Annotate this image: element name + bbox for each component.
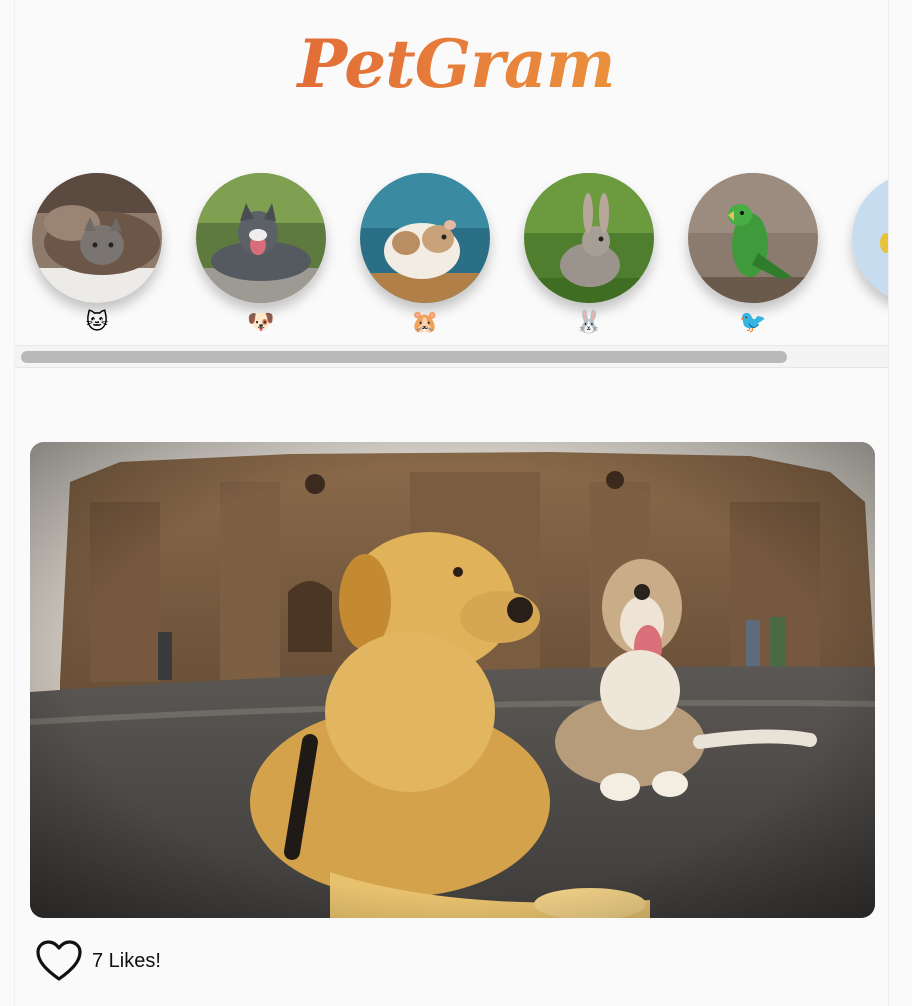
like-button[interactable] [34, 938, 84, 984]
story-avatar-cat[interactable] [32, 173, 162, 303]
story-item-rabbit[interactable]: 🐰 [524, 173, 654, 343]
story-avatar-rabbit[interactable] [524, 173, 654, 303]
bird-icon: 🐦 [739, 309, 767, 334]
story-avatar-partial[interactable] [852, 173, 888, 303]
story-item-partial[interactable] [852, 173, 888, 343]
post-image[interactable] [30, 442, 875, 918]
app-page: PetGram 🐱 🐶 🐹 🐰 🐦 7 Likes! [0, 0, 912, 1006]
dog-icon: 🐶 [247, 309, 275, 334]
story-item-cat[interactable]: 🐱 [32, 173, 162, 343]
stories-scrollbar[interactable] [15, 346, 888, 368]
app-logo[interactable]: PetGram [0, 24, 912, 104]
left-divider [14, 0, 15, 1006]
hamster-icon: 🐹 [411, 309, 439, 334]
scrollbar-thumb[interactable] [21, 351, 787, 363]
likes-count: 7 Likes! [92, 949, 161, 972]
post-actions: 7 Likes! [34, 936, 161, 986]
story-item-bird[interactable]: 🐦 [688, 173, 818, 343]
story-avatar-dog[interactable] [196, 173, 326, 303]
stories-strip[interactable]: 🐱 🐶 🐹 🐰 🐦 [15, 168, 888, 346]
right-divider [888, 0, 889, 1006]
rabbit-icon: 🐰 [575, 309, 603, 334]
story-item-dog[interactable]: 🐶 [196, 173, 326, 343]
heart-icon[interactable] [35, 939, 83, 983]
story-avatar-bird[interactable] [688, 173, 818, 303]
story-item-hamster[interactable]: 🐹 [360, 173, 490, 343]
story-avatar-hamster[interactable] [360, 173, 490, 303]
cat-icon: 🐱 [85, 309, 109, 334]
